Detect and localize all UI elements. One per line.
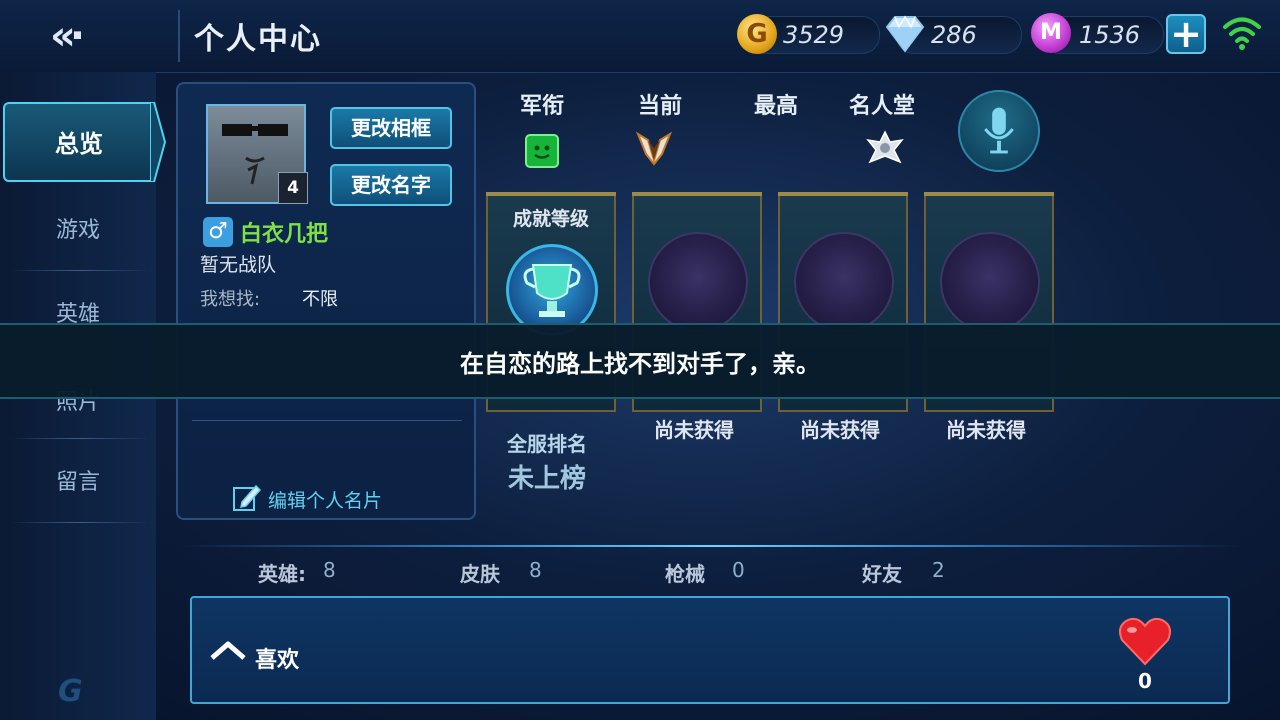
gold-amount: 3529 [783, 21, 845, 49]
not-obtained-label: 尚未获得 [800, 418, 880, 442]
empty-slot-orb [940, 232, 1040, 332]
team-status: 暂无战队 [200, 254, 277, 276]
active-tab-arrow [150, 102, 166, 182]
gold-coin-icon: G [737, 14, 777, 54]
looking-for-label: 我想找: [200, 289, 261, 310]
diamond-amount: 286 [931, 21, 977, 49]
voice-button[interactable] [958, 90, 1040, 172]
edit-card-link[interactable]: 编辑个人名片 [268, 486, 382, 513]
card-divider [192, 420, 462, 421]
trophy-icon [523, 264, 581, 317]
server-rank-label: 全服排名 [507, 432, 587, 456]
mcoin-amount: 1536 [1079, 21, 1141, 49]
rank-title-icon [525, 134, 559, 168]
stat-friends-value: 2 [932, 558, 945, 582]
stat-skins-value: 8 [529, 558, 542, 582]
banner-trim [486, 192, 616, 196]
not-obtained-label: 尚未获得 [946, 418, 1026, 442]
page-title: 个人中心 [194, 22, 322, 57]
likes-label: 喜欢 [255, 648, 300, 673]
empty-slot-orb [648, 232, 748, 332]
microphone-icon [984, 107, 1014, 154]
banner-trim [778, 192, 908, 196]
sidebar-item-messages[interactable]: 留言 [0, 464, 156, 496]
hall-of-fame-icon [866, 130, 904, 164]
male-icon: ♂ [203, 217, 233, 247]
stat-friends-label: 好友 [862, 562, 902, 586]
diamond-icon [885, 15, 925, 53]
game-logo: G [58, 674, 83, 709]
change-name-button[interactable]: 更改名字 [330, 164, 452, 206]
banner-trim [632, 192, 762, 196]
back-button[interactable]: «· [50, 14, 110, 58]
toast-message: 在自恋的路上找不到对手了，亲。 [460, 350, 820, 378]
edit-icon[interactable] [232, 482, 262, 512]
sidebar-item-overview[interactable]: 总览 [3, 102, 153, 182]
stat-heroes-value: 8 [323, 558, 336, 582]
change-frame-button[interactable]: 更改相框 [330, 107, 452, 149]
rank-header-title: 军衔 [520, 94, 565, 119]
level-badge: 4 [278, 172, 308, 204]
chevron-up-icon[interactable] [208, 636, 248, 666]
stat-heroes-label: 英雄: [258, 562, 306, 586]
sidebar-divider [10, 522, 150, 523]
achievement-label: 成就等级 [512, 208, 589, 230]
header-divider [178, 10, 180, 62]
mcoin-display: M 1536 [1031, 13, 1164, 54]
stat-guns-label: 枪械 [665, 562, 705, 586]
looking-for-value: 不限 [302, 289, 338, 310]
player-name: 白衣几把 [240, 222, 329, 247]
banner-trim [924, 192, 1054, 196]
sidebar-item-games[interactable]: 游戏 [0, 212, 156, 244]
rank-header-current: 当前 [638, 94, 683, 119]
gold-display: G 3529 [737, 14, 880, 54]
wifi-icon [1223, 17, 1261, 50]
diamond-display: 286 [885, 15, 1022, 54]
likes-count: 0 [1138, 669, 1152, 693]
current-rank-icon [636, 131, 672, 166]
m-coin-icon: M [1031, 13, 1071, 53]
empty-slot-orb [794, 232, 894, 332]
sidebar-divider [10, 270, 150, 271]
rank-header-hall-of-fame: 名人堂 [849, 94, 916, 119]
server-rank-value: 未上榜 [508, 464, 587, 494]
rank-header-highest: 最高 [754, 94, 799, 119]
heart-icon[interactable] [1118, 616, 1172, 666]
not-obtained-label: 尚未获得 [654, 418, 734, 442]
sidebar-divider [10, 438, 150, 439]
likes-panel[interactable] [190, 596, 1230, 704]
stats-divider [180, 545, 1240, 547]
add-currency-button[interactable]: + [1166, 14, 1206, 54]
stat-skins-label: 皮肤 [460, 562, 500, 586]
stat-guns-value: 0 [732, 558, 745, 582]
